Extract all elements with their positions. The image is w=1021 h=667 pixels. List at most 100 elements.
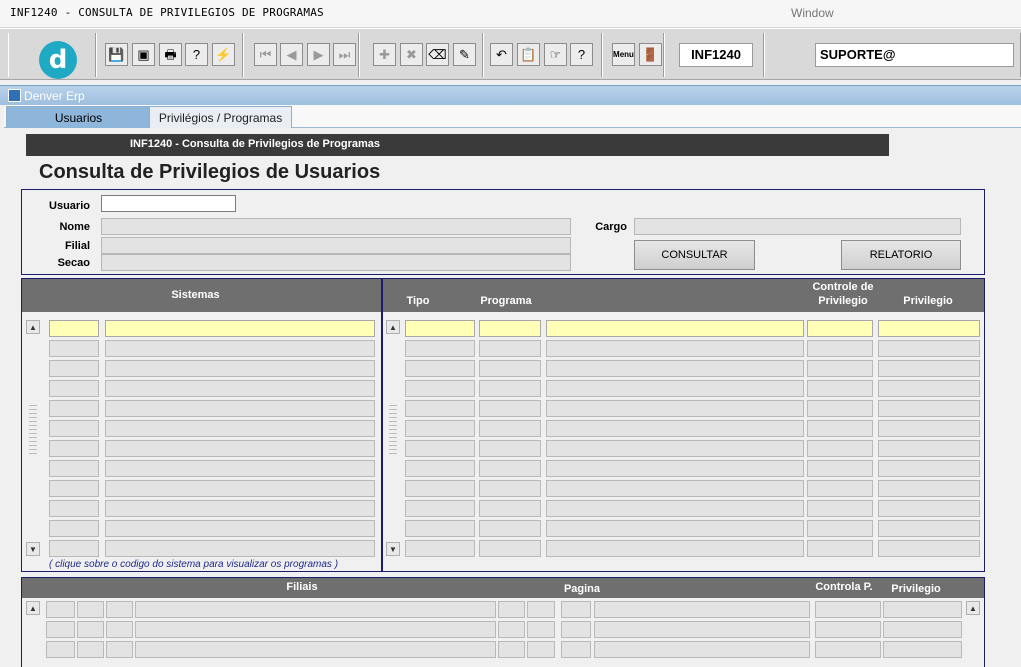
pagina-name-cell[interactable] <box>594 601 810 618</box>
privilegio-cell[interactable] <box>878 380 980 397</box>
controle-cell[interactable] <box>807 520 873 537</box>
privilegio-cell[interactable] <box>878 320 980 337</box>
sistema-name-cell[interactable] <box>105 320 375 337</box>
controle-cell[interactable] <box>807 500 873 517</box>
clear-record-icon[interactable]: ⌫ <box>426 43 449 66</box>
execute-query-icon[interactable]: ⚡ <box>212 43 235 66</box>
tab-usuarios[interactable]: Usuarios <box>6 106 151 128</box>
programa-code-cell[interactable] <box>479 440 541 457</box>
edit-icon[interactable]: ✎ <box>453 43 476 66</box>
programa-code-cell[interactable] <box>479 380 541 397</box>
programa-code-cell[interactable] <box>479 540 541 557</box>
sistema-name-cell[interactable] <box>105 540 375 557</box>
pagina-cell[interactable] <box>498 601 525 618</box>
pagina-cell[interactable] <box>527 601 555 618</box>
sistema-code-cell[interactable] <box>49 460 99 477</box>
filial-cell[interactable] <box>46 621 75 638</box>
programa-name-cell[interactable] <box>546 520 804 537</box>
filial-name-cell[interactable] <box>135 641 496 658</box>
pagina-cell[interactable] <box>527 641 555 658</box>
privilegio-cell[interactable] <box>878 340 980 357</box>
programa-code-cell[interactable] <box>479 360 541 377</box>
programa-name-cell[interactable] <box>546 380 804 397</box>
scroll-grip-icon[interactable] <box>29 405 37 455</box>
pagina-cell[interactable] <box>527 621 555 638</box>
controle-cell[interactable] <box>807 420 873 437</box>
sistema-code-cell[interactable] <box>49 320 99 337</box>
programa-name-cell[interactable] <box>546 500 804 517</box>
sistema-code-cell[interactable] <box>49 440 99 457</box>
pagina-cell[interactable] <box>498 621 525 638</box>
privilegio-cell[interactable] <box>878 420 980 437</box>
filial-name-cell[interactable] <box>135 601 496 618</box>
sistemas-scrollbar[interactable]: ▲ ▼ <box>26 320 40 558</box>
sistema-name-cell[interactable] <box>105 440 375 457</box>
sistema-name-cell[interactable] <box>105 420 375 437</box>
controle-cell[interactable] <box>807 400 873 417</box>
filial-cell[interactable] <box>106 621 133 638</box>
tipo-cell[interactable] <box>405 340 475 357</box>
programa-name-cell[interactable] <box>546 420 804 437</box>
scroll-up-icon[interactable]: ▲ <box>966 601 980 615</box>
sistema-code-cell[interactable] <box>49 340 99 357</box>
undo-icon[interactable]: ↶ <box>490 43 513 66</box>
previous-record-icon[interactable]: ◀ <box>280 43 303 66</box>
pagina-cell[interactable] <box>498 641 525 658</box>
filiais-scrollbar-left[interactable]: ▲ <box>26 601 40 661</box>
filial-cell[interactable] <box>46 641 75 658</box>
filial-cell[interactable] <box>77 601 104 618</box>
controle-cell[interactable] <box>807 340 873 357</box>
sistema-code-cell[interactable] <box>49 480 99 497</box>
consultar-button[interactable]: CONSULTAR <box>634 240 755 270</box>
privilegio-cell[interactable] <box>878 440 980 457</box>
sistema-code-cell[interactable] <box>49 520 99 537</box>
exit-icon[interactable]: 🚪 <box>639 43 662 66</box>
sistema-name-cell[interactable] <box>105 460 375 477</box>
programa-code-cell[interactable] <box>479 420 541 437</box>
controle-cell[interactable] <box>807 440 873 457</box>
sistema-name-cell[interactable] <box>105 360 375 377</box>
privilegio-cell[interactable] <box>883 641 962 658</box>
privilegio-cell[interactable] <box>878 520 980 537</box>
sistema-code-cell[interactable] <box>49 360 99 377</box>
insert-record-icon[interactable]: ✚ <box>373 43 396 66</box>
tipo-cell[interactable] <box>405 400 475 417</box>
privilegio-cell[interactable] <box>878 360 980 377</box>
programas-scrollbar[interactable]: ▲ ▼ <box>386 320 400 558</box>
filial-cell[interactable] <box>77 621 104 638</box>
filial-name-cell[interactable] <box>135 621 496 638</box>
sistema-name-cell[interactable] <box>105 480 375 497</box>
programa-name-cell[interactable] <box>546 340 804 357</box>
scroll-grip-icon[interactable] <box>389 405 397 455</box>
last-record-icon[interactable]: ⏭ <box>333 43 356 66</box>
programa-name-cell[interactable] <box>546 400 804 417</box>
pagina-name-cell[interactable] <box>594 641 810 658</box>
next-record-icon[interactable]: ▶ <box>307 43 330 66</box>
controle-cell[interactable] <box>807 360 873 377</box>
controle-cell[interactable] <box>807 460 873 477</box>
programa-name-cell[interactable] <box>546 320 804 337</box>
sistema-code-cell[interactable] <box>49 420 99 437</box>
controle-cell[interactable] <box>807 480 873 497</box>
window-menu[interactable]: Window <box>791 6 834 20</box>
filial-cell[interactable] <box>77 641 104 658</box>
sistema-name-cell[interactable] <box>105 500 375 517</box>
filiais-scrollbar-right[interactable]: ▲ <box>966 601 980 661</box>
programa-name-cell[interactable] <box>546 440 804 457</box>
privilegio-cell[interactable] <box>878 540 980 557</box>
relatorio-button[interactable]: RELATORIO <box>841 240 961 270</box>
programa-code-cell[interactable] <box>479 340 541 357</box>
tipo-cell[interactable] <box>405 480 475 497</box>
sistema-name-cell[interactable] <box>105 400 375 417</box>
clipboard-icon[interactable]: 📋 <box>517 43 540 66</box>
scroll-up-icon[interactable]: ▲ <box>26 320 40 334</box>
tipo-cell[interactable] <box>405 360 475 377</box>
programa-name-cell[interactable] <box>546 480 804 497</box>
tipo-cell[interactable] <box>405 320 475 337</box>
window-icon[interactable]: ▣ <box>132 43 155 66</box>
privilegio-cell[interactable] <box>878 460 980 477</box>
sistema-name-cell[interactable] <box>105 340 375 357</box>
menu-icon[interactable]: Menu <box>612 43 635 66</box>
scroll-up-icon[interactable]: ▲ <box>26 601 40 615</box>
privilegio-cell[interactable] <box>883 621 962 638</box>
